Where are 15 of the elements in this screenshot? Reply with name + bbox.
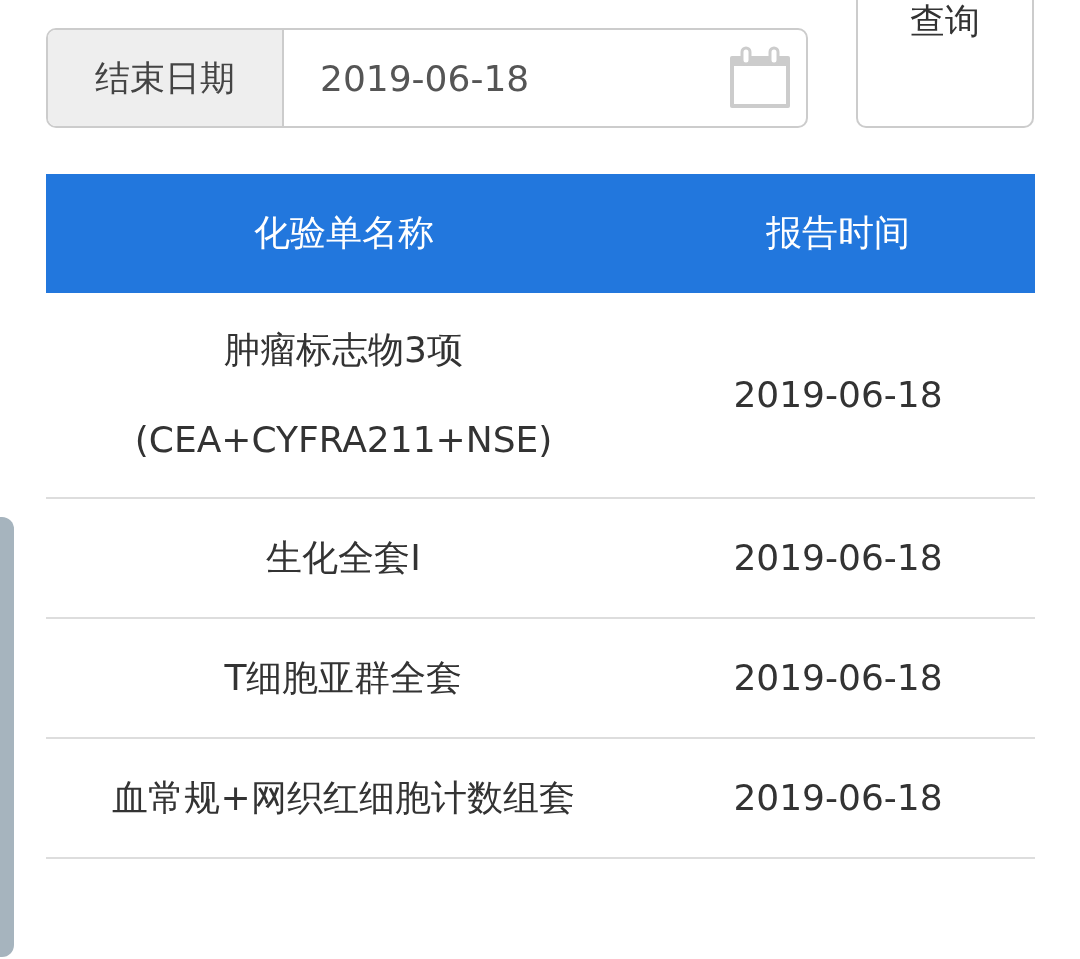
table-cell-text: 2019-06-18	[732, 536, 944, 580]
date-field[interactable]: 结束日期 2019-06-18	[46, 28, 808, 128]
table-cell-text: 血常规+网织红细胞计数组套	[111, 776, 576, 820]
table-cell-text: 2019-06-18	[732, 776, 944, 820]
column-header: 化验单名称	[252, 211, 435, 255]
edge-handle[interactable]	[0, 517, 14, 957]
table-cell-text: T细胞亚群全套	[223, 656, 464, 700]
column-header: 报告时间	[765, 211, 911, 255]
query-button[interactable]: 查询	[856, 0, 1034, 128]
table-cell-text: 2019-06-18	[732, 373, 944, 417]
calendar-icon[interactable]	[728, 46, 792, 110]
table-cell-text: 肿瘤标志物3项(CEA+CYFRA211+NSE)	[133, 328, 554, 462]
table-cell-text: 生化全套I	[265, 536, 422, 580]
field-label: 结束日期	[48, 30, 284, 126]
table-cell-text: 2019-06-18	[732, 656, 944, 700]
